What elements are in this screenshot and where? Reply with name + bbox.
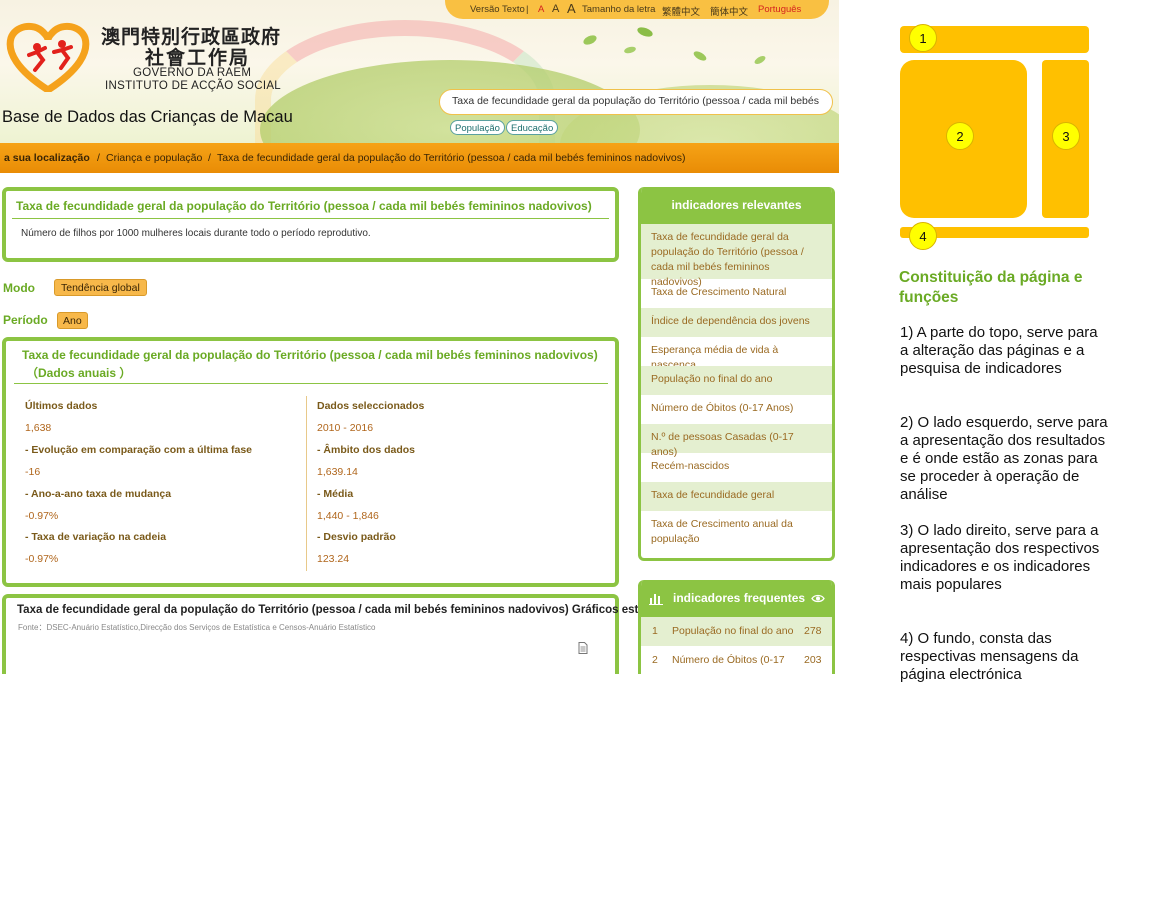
guide-number-2: 2	[946, 122, 974, 150]
search-input[interactable]	[452, 95, 822, 107]
frequent-indicators-header: indicadores frequentes	[641, 580, 832, 617]
statistics-subtitle: （Dados anuais ）	[26, 366, 132, 380]
relevant-indicator-item[interactable]: Taxa de fecundidade geral	[641, 482, 832, 511]
bar-chart-icon	[649, 594, 663, 605]
breadcrumb: a sua localização / Criança e população …	[0, 143, 839, 173]
guide-number-4: 4	[909, 222, 937, 250]
divider	[14, 383, 608, 384]
stat-label: Dados seleccionados	[317, 400, 425, 412]
rank-number: 2	[652, 654, 658, 666]
breadcrumb-prefix: a sua localização	[4, 152, 90, 164]
leaves-decoration	[583, 27, 766, 64]
guide-item-3: 3) O lado direito, serve para a apresent…	[900, 522, 1100, 593]
period-button[interactable]: Ano	[57, 312, 88, 329]
view-count: 278	[804, 625, 822, 637]
logo-text-zh-line2: 社會工作局	[145, 48, 251, 69]
relevant-indicator-item[interactable]: Taxa de Crescimento anual da população	[641, 511, 832, 555]
stat-value: 1,440 - 1,846	[317, 510, 379, 522]
indicator-name: População no final do ano	[672, 625, 794, 637]
relevant-indicator-item[interactable]: Taxa de fecundidade geral da população d…	[641, 224, 832, 288]
site-title: Base de Dados das Crianças de Macau	[2, 108, 293, 126]
mode-label: Modo	[3, 281, 35, 295]
logo-text-pt-line1: GOVERNO DA RAEM	[133, 67, 252, 79]
breadcrumb-item-current: Taxa de fecundidade geral da população d…	[217, 152, 686, 164]
relevant-indicators-panel: indicadores relevantes Taxa de fecundida…	[638, 187, 835, 561]
relevant-indicators-header: indicadores relevantes	[641, 187, 832, 224]
relevant-indicator-item[interactable]: N.º de pessoas Casadas (0-17 anos)	[641, 424, 832, 458]
stat-label: - Taxa de variação na cadeia	[25, 531, 167, 543]
stat-label: - Âmbito dos dados	[317, 444, 415, 456]
font-size-medium-button[interactable]: A	[552, 3, 559, 15]
stat-value: 123.24	[317, 553, 350, 565]
breadcrumb-item-crianca-populacao[interactable]: Criança e população	[106, 152, 202, 164]
statistics-title: Taxa de fecundidade geral da população d…	[22, 348, 598, 362]
frequent-indicator-row[interactable]: 1 População no final do ano 278	[641, 617, 832, 646]
stat-value: 1,639.14	[317, 466, 358, 478]
tag-populacao[interactable]: População	[450, 120, 505, 135]
statistics-panel: Taxa de fecundidade geral da população d…	[2, 337, 619, 587]
relevant-indicator-item[interactable]: População no final do ano	[641, 366, 832, 395]
frequent-indicator-row[interactable]: 2 Número de Óbitos (0-17 203	[641, 646, 832, 674]
guide-number-3: 3	[1052, 122, 1080, 150]
guide-number-1: 1	[909, 24, 937, 52]
relevant-indicator-item[interactable]: Recém-nascidos	[641, 453, 832, 482]
toolbar-separator: |	[526, 4, 529, 15]
frequent-indicators-panel: indicadores frequentes 1 População no fi…	[638, 580, 835, 674]
top-toolbar: Versão Texto | A A A Tamanho da letra 繁體…	[445, 0, 829, 19]
relevant-indicator-item[interactable]: Índice de dependência dos jovens	[641, 308, 832, 337]
document-icon[interactable]	[578, 642, 588, 654]
stat-value: -0.97%	[25, 553, 59, 565]
breadcrumb-separator: /	[208, 152, 211, 164]
lang-traditional-chinese-link[interactable]: 繁體中文	[662, 4, 700, 18]
lang-portuguese-link[interactable]: Português	[758, 4, 801, 15]
period-label: Período	[3, 313, 48, 327]
chart-panel: Taxa de fecundidade geral da população d…	[2, 594, 645, 674]
relevant-indicator-item[interactable]: Esperança média de vida à nascença	[641, 337, 832, 371]
divider	[12, 218, 609, 219]
font-size-large-button[interactable]: A	[567, 1, 576, 16]
eye-icon[interactable]	[811, 593, 825, 604]
chart-title: Taxa de fecundidade geral da população d…	[17, 604, 645, 616]
mode-button[interactable]: Tendência global	[54, 279, 147, 296]
stat-value: -0.97%	[25, 510, 59, 522]
stat-label: - Ano-a-ano taxa de mudança	[25, 488, 172, 500]
guide-heading: Constituição da página e funções	[899, 269, 1083, 306]
breadcrumb-separator: /	[97, 152, 100, 164]
guide-item-2: 2) O lado esquerdo, serve para a apresen…	[900, 414, 1108, 503]
indicator-description-panel: Taxa de fecundidade geral da população d…	[2, 187, 619, 262]
font-size-label: Tamanho da letra	[582, 4, 656, 15]
relevant-indicator-item[interactable]: Número de Óbitos (0-17 Anos)	[641, 395, 832, 424]
stat-label: Últimos dados	[25, 400, 98, 412]
font-size-small-button[interactable]: A	[538, 4, 544, 15]
text-version-link[interactable]: Versão Texto	[470, 4, 525, 15]
stat-value: -16	[25, 466, 41, 478]
relevant-indicator-item[interactable]: Taxa de Crescimento Natural	[641, 279, 832, 308]
guide-item-4: 4) O fundo, consta das respectivas mensa…	[900, 630, 1079, 683]
column-divider	[306, 396, 307, 571]
description-text: Número de filhos por 1000 mulheres locai…	[21, 228, 371, 239]
frequent-indicators-title: indicadores frequentes	[673, 591, 806, 605]
header: 澳門特別行政區政府 社會工作局 GOVERNO DA RAEM INSTITUT…	[0, 0, 839, 143]
stat-label: - Média	[317, 488, 354, 500]
stat-value: 1,638	[25, 422, 52, 434]
rank-number: 1	[652, 625, 658, 637]
stat-label: - Desvio padrão	[317, 531, 396, 543]
view-count: 203	[804, 654, 822, 666]
indicator-name: Número de Óbitos (0-17	[672, 654, 785, 666]
stat-value: 2010 - 2016	[317, 422, 374, 434]
logo-text-pt-line2: INSTITUTO DE ACÇÃO SOCIAL	[105, 80, 281, 92]
search-box	[439, 89, 833, 115]
stat-label: - Evolução em comparação com a última fa…	[25, 444, 253, 456]
tag-educacao[interactable]: Educação	[506, 120, 559, 135]
ias-logo[interactable]	[5, 22, 91, 92]
chart-source: Fonte：DSEC-Anuário Estatístico,Direcção …	[18, 623, 376, 632]
lang-simplified-chinese-link[interactable]: 簡体中文	[710, 4, 748, 18]
guide-item-1: 1) A parte do topo, serve para a alteraç…	[900, 324, 1098, 377]
description-title: Taxa de fecundidade geral da população d…	[16, 199, 592, 213]
